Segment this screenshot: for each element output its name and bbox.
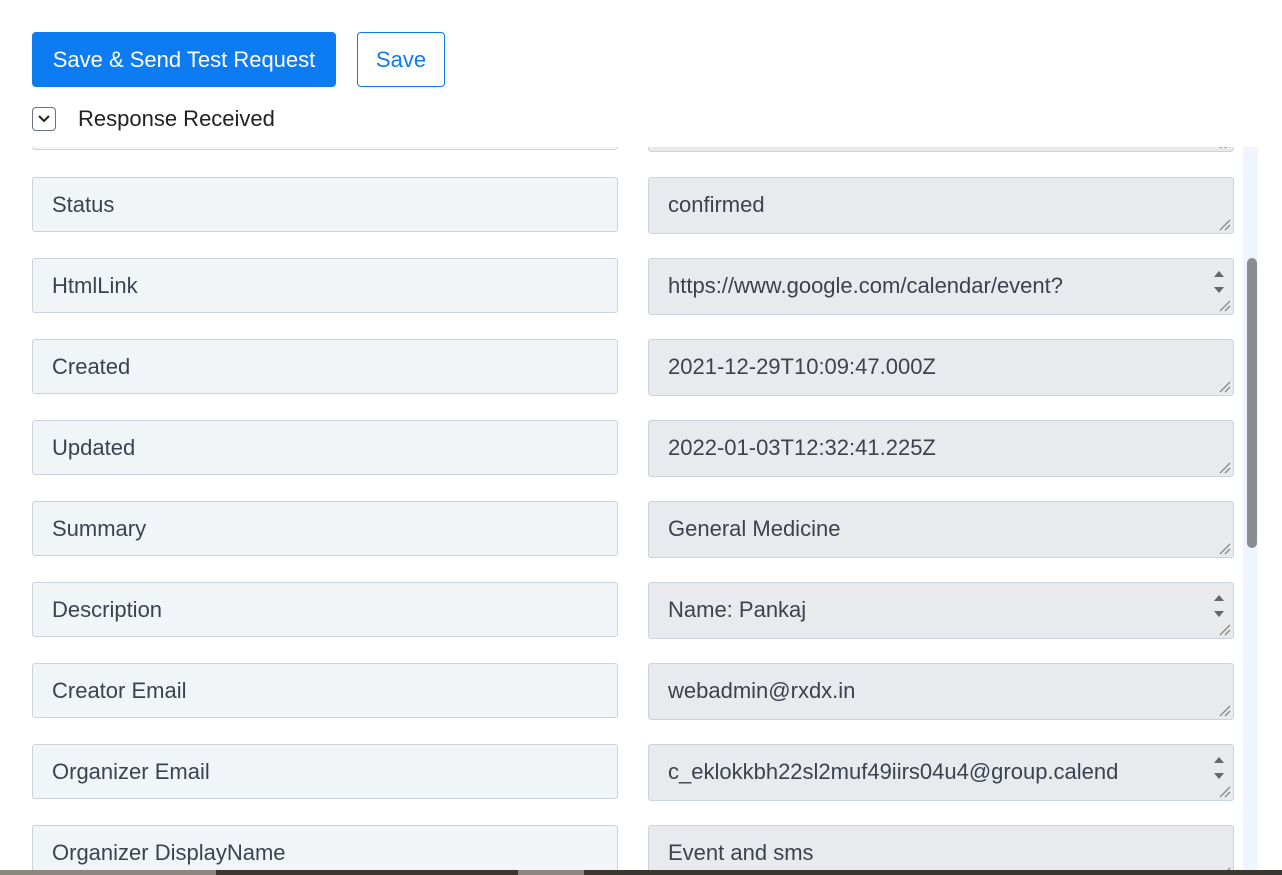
field-row: Organizer Email c_eklokkbh22sl2muf49iirs0… <box>0 744 1240 804</box>
resize-grip-icon[interactable] <box>1217 703 1231 717</box>
response-received-label: Response Received <box>78 106 275 131</box>
save-send-test-request-button[interactable]: Save & Send Test Request <box>32 32 336 87</box>
value-field[interactable]: 2022-01-03T12:32:41.225Z <box>648 420 1234 477</box>
resize-grip-icon[interactable] <box>1217 460 1231 474</box>
response-received-toggle[interactable]: Response Received <box>32 105 275 133</box>
value-field[interactable]: https://www.google.com/calendar/event? <box>648 258 1234 315</box>
key-field: Description <box>32 582 618 637</box>
value-field[interactable]: webadmin@rxdx.in <box>648 663 1234 720</box>
value-text: confirmed <box>668 192 765 217</box>
field-row-hidden <box>0 147 1240 155</box>
value-field[interactable]: General Medicine <box>648 501 1234 558</box>
scrollbar-thumb[interactable] <box>1247 258 1257 548</box>
value-text: Event and sms <box>668 840 814 865</box>
field-row: Updated 2022-01-03T12:32:41.225Z <box>0 420 1240 480</box>
key-field: Creator Email <box>32 663 618 718</box>
value-text: 2021-12-29T10:09:47.000Z <box>668 354 936 379</box>
resize-grip-icon[interactable] <box>1217 379 1231 393</box>
key-field: Organizer DisplayName <box>32 825 618 870</box>
resize-grip-icon[interactable] <box>1217 784 1231 798</box>
value-field[interactable]: Name: Pankaj <box>648 582 1234 639</box>
value-text: Name: Pankaj <box>668 597 807 622</box>
value-field[interactable]: confirmed <box>648 177 1234 234</box>
key-field: Created <box>32 339 618 394</box>
value-text: 2022-01-03T12:32:41.225Z <box>668 435 936 460</box>
field-row: Creator Email webadmin@rxdx.in <box>0 663 1240 723</box>
resize-grip-icon[interactable] <box>1217 541 1231 555</box>
key-field: HtmlLink <box>32 258 618 313</box>
value-field[interactable]: Event and sms <box>648 825 1234 870</box>
save-button[interactable]: Save <box>357 32 445 87</box>
value-field[interactable]: c_eklokkbh22sl2muf49iirs04u4@group.calen… <box>648 744 1234 801</box>
field-row: Summary General Medicine <box>0 501 1240 561</box>
key-field: Summary <box>32 501 618 556</box>
field-row: Description Name: Pankaj <box>0 582 1240 642</box>
bottom-taskbar-edge <box>0 870 1282 875</box>
field-row: HtmlLink https://www.google.com/calendar/… <box>0 258 1240 318</box>
value-text: https://www.google.com/calendar/event? <box>668 273 1064 298</box>
resize-grip-icon[interactable] <box>1217 217 1231 231</box>
value-field[interactable]: 2021-12-29T10:09:47.000Z <box>648 339 1234 396</box>
field-row: Status confirmed <box>0 177 1240 237</box>
resize-grip-icon[interactable] <box>1217 147 1231 149</box>
field-row: Created 2021-12-29T10:09:47.000Z <box>0 339 1240 399</box>
key-field: Organizer Email <box>32 744 618 799</box>
key-field: Status <box>32 177 618 232</box>
field-row: Organizer DisplayName Event and sms <box>0 825 1240 870</box>
chevron-down-icon[interactable] <box>32 107 56 131</box>
value-text: c_eklokkbh22sl2muf49iirs04u4@group.calen… <box>668 759 1119 784</box>
response-fields-scroll-area[interactable]: Status confirmed HtmlLink https://www.googl… <box>0 147 1282 870</box>
resize-grip-icon[interactable] <box>1217 622 1231 636</box>
value-text: General Medicine <box>668 516 841 541</box>
response-mapping-panel: Save & Send Test Request Save Response R… <box>0 0 1282 875</box>
value-field[interactable] <box>648 147 1234 152</box>
key-field: Updated <box>32 420 618 475</box>
resize-grip-icon[interactable] <box>1217 298 1231 312</box>
value-text: webadmin@rxdx.in <box>668 678 856 703</box>
key-field <box>32 147 618 150</box>
cut-off-header-fragment <box>32 0 262 2</box>
